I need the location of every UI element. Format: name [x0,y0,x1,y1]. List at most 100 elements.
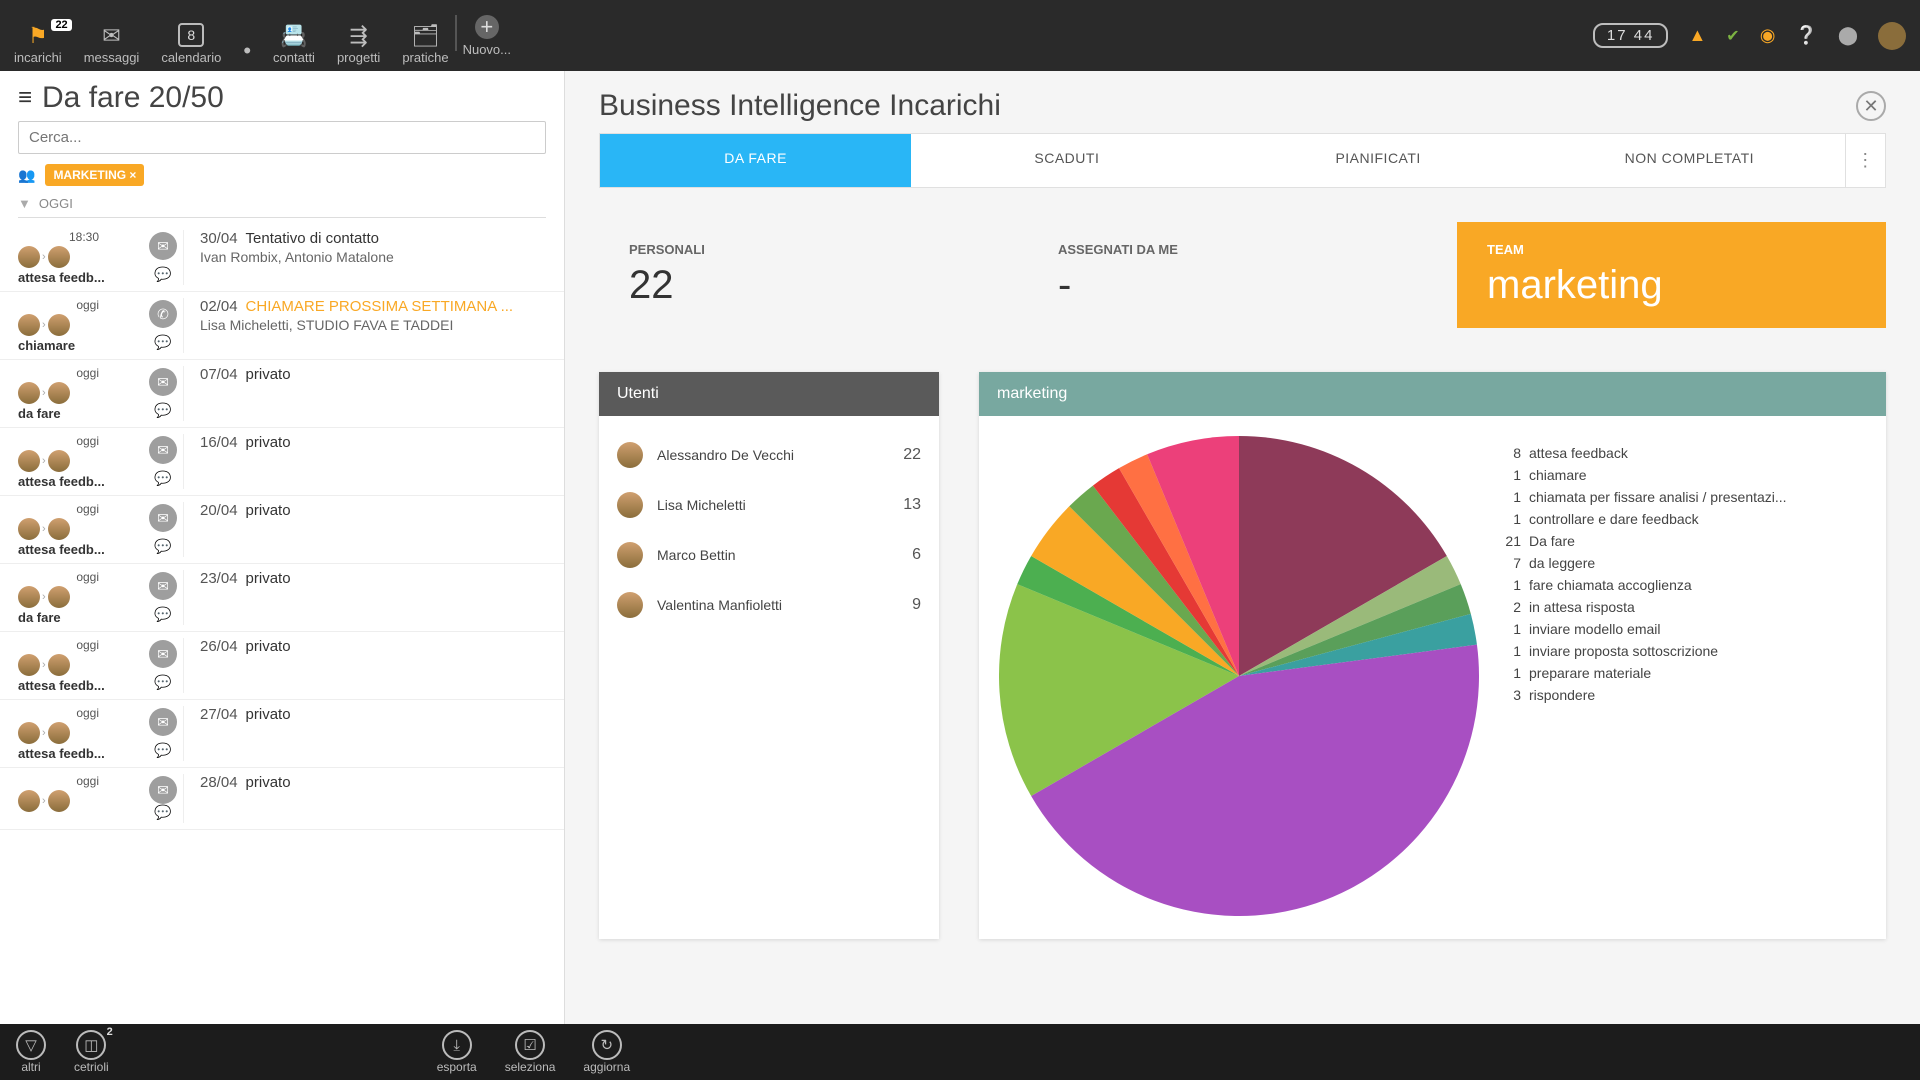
bottom-action[interactable]: ⤓esporta [437,1030,477,1074]
user-count: 13 [903,496,921,514]
notification-icon[interactable]: ⬤ [1838,25,1858,46]
warning-icon[interactable]: ▲ [1688,25,1706,46]
menu-icon[interactable]: ≡ [18,84,32,112]
nav-label: incarichi [14,50,62,65]
legend-label: rispondere [1529,687,1595,703]
task-time: oggi [18,298,143,312]
filter-tag-marketing[interactable]: MARKETING × [45,164,144,186]
bottom-action[interactable]: ◫cetrioli2 [74,1030,109,1074]
nav-item[interactable]: • [243,40,251,65]
task-avatars: › [18,382,143,404]
legend-row: 2in attesa risposta [1499,596,1866,618]
help-icon[interactable]: ❔ [1795,25,1817,46]
task-subject: privato [246,774,291,791]
task-status: attesa feedb... [18,474,133,489]
tab-bar: DA FARESCADUTIPIANIFICATINON COMPLETATI⋮ [599,133,1886,188]
task-avatars: › [18,790,143,812]
nav-item[interactable]: 📇contatti [273,25,315,65]
comment-icon: 💬 [154,266,171,283]
legend-count: 1 [1499,665,1521,681]
chart-panel-title: marketing [979,372,1886,416]
comment-icon: 💬 [154,606,171,623]
users-panel-title: Utenti [599,372,939,416]
task-date: 23/04 [200,570,238,587]
nav-item[interactable]: 8calendario [161,23,221,65]
nav-icon: 🗂 [411,25,439,47]
tab[interactable]: PIANIFICATI [1223,134,1534,187]
task-time: oggi [18,502,143,516]
task-item[interactable]: oggi›✉💬28/04privato [0,768,564,830]
legend-row: 1chiamare [1499,464,1866,486]
bottom-action[interactable]: ↻aggiorna [583,1030,630,1074]
top-navbar: ⚑incarichi22 ✉messaggi 8calendario • 📇contat… [0,0,1920,71]
task-item[interactable]: oggi›attesa feedb...✉💬26/04privato [0,632,564,700]
avatar [617,442,643,468]
badge: 2 [107,1026,113,1038]
avatar [617,542,643,568]
nav-icon: ⇶ [349,25,367,47]
tab[interactable]: DA FARE [600,134,911,187]
task-avatars: › [18,314,143,336]
tab[interactable]: SCADUTI [911,134,1222,187]
task-date: 28/04 [200,774,238,791]
legend-count: 1 [1499,511,1521,527]
user-row[interactable]: Lisa Micheletti13 [617,480,921,530]
filter-icon[interactable]: ▼ [18,196,31,211]
globe-icon[interactable]: ◉ [1760,25,1776,46]
task-item[interactable]: oggi›attesa feedb...✉💬27/04privato [0,700,564,768]
tab[interactable]: NON COMPLETATI [1534,134,1845,187]
bottom-label: aggiorna [583,1060,630,1074]
comment-icon: 💬 [154,742,171,759]
task-subject: privato [246,366,291,383]
task-item[interactable]: oggi›attesa feedb...✉💬16/04privato [0,428,564,496]
clock: 17 44 [1593,23,1669,48]
task-item[interactable]: oggi›attesa feedb...✉💬20/04privato [0,496,564,564]
group-icon[interactable]: 👥 [18,167,35,184]
task-item[interactable]: oggi›chiamare✆💬02/04CHIAMARE PROSSIMA SE… [0,292,564,360]
card-personali[interactable]: PERSONALI 22 [599,222,1028,328]
legend-count: 1 [1499,643,1521,659]
task-subject: privato [246,638,291,655]
tab-more[interactable]: ⋮ [1845,134,1885,187]
task-sidebar: ≡ Da fare 20/50 👥 MARKETING × ▼ OGGI 18:… [0,71,565,1024]
bottom-action[interactable]: ▽altri [16,1030,46,1074]
task-status: da fare [18,406,133,421]
task-people: Lisa Micheletti, STUDIO FAVA E TADDEI [200,317,550,333]
task-item[interactable]: 18:30›attesa feedb...✉💬30/04Tentativo di… [0,224,564,292]
user-row[interactable]: Marco Bettin6 [617,530,921,580]
nav-icon: 📇 [280,25,307,47]
task-subject: privato [246,434,291,451]
task-type-icon: ✉ [149,640,177,668]
legend-label: da leggere [1529,555,1595,571]
bottom-action[interactable]: ☑seleziona [505,1030,556,1074]
user-row[interactable]: Valentina Manfioletti9 [617,580,921,630]
check-icon[interactable]: ✔ [1726,26,1739,46]
task-subject: privato [246,502,291,519]
bottom-icon: ◫ [76,1030,106,1060]
task-item[interactable]: oggi›da fare✉💬23/04privato [0,564,564,632]
nav-item[interactable]: ⇶progetti [337,25,380,65]
card-label: PERSONALI [629,242,998,257]
legend-label: inviare modello email [1529,621,1661,637]
search-input[interactable] [18,121,546,154]
card-team[interactable]: TEAM marketing [1457,222,1886,328]
nav-new[interactable]: + Nuovo... [463,15,511,57]
task-status: attesa feedb... [18,678,133,693]
task-avatars: › [18,654,143,676]
task-item[interactable]: oggi›da fare✉💬07/04privato [0,360,564,428]
task-time: oggi [18,706,143,720]
task-subject: CHIAMARE PROSSIMA SETTIMANA ... [246,298,514,315]
nav-item[interactable]: 🗂pratiche [402,25,448,65]
nav-item[interactable]: ⚑incarichi22 [14,25,62,65]
card-assegnati[interactable]: ASSEGNATI DA ME - [1028,222,1457,328]
user-row[interactable]: Alessandro De Vecchi22 [617,430,921,480]
nav-label: calendario [161,50,221,65]
pie-chart [999,436,1479,919]
task-type-icon: ✉ [149,232,177,260]
user-avatar[interactable] [1878,22,1906,50]
task-people: Ivan Rombix, Antonio Matalone [200,249,550,265]
task-list: 18:30›attesa feedb...✉💬30/04Tentativo di… [0,224,564,1024]
close-button[interactable]: ✕ [1856,91,1886,121]
task-time: 18:30 [18,230,143,244]
nav-item[interactable]: ✉messaggi [84,25,140,65]
